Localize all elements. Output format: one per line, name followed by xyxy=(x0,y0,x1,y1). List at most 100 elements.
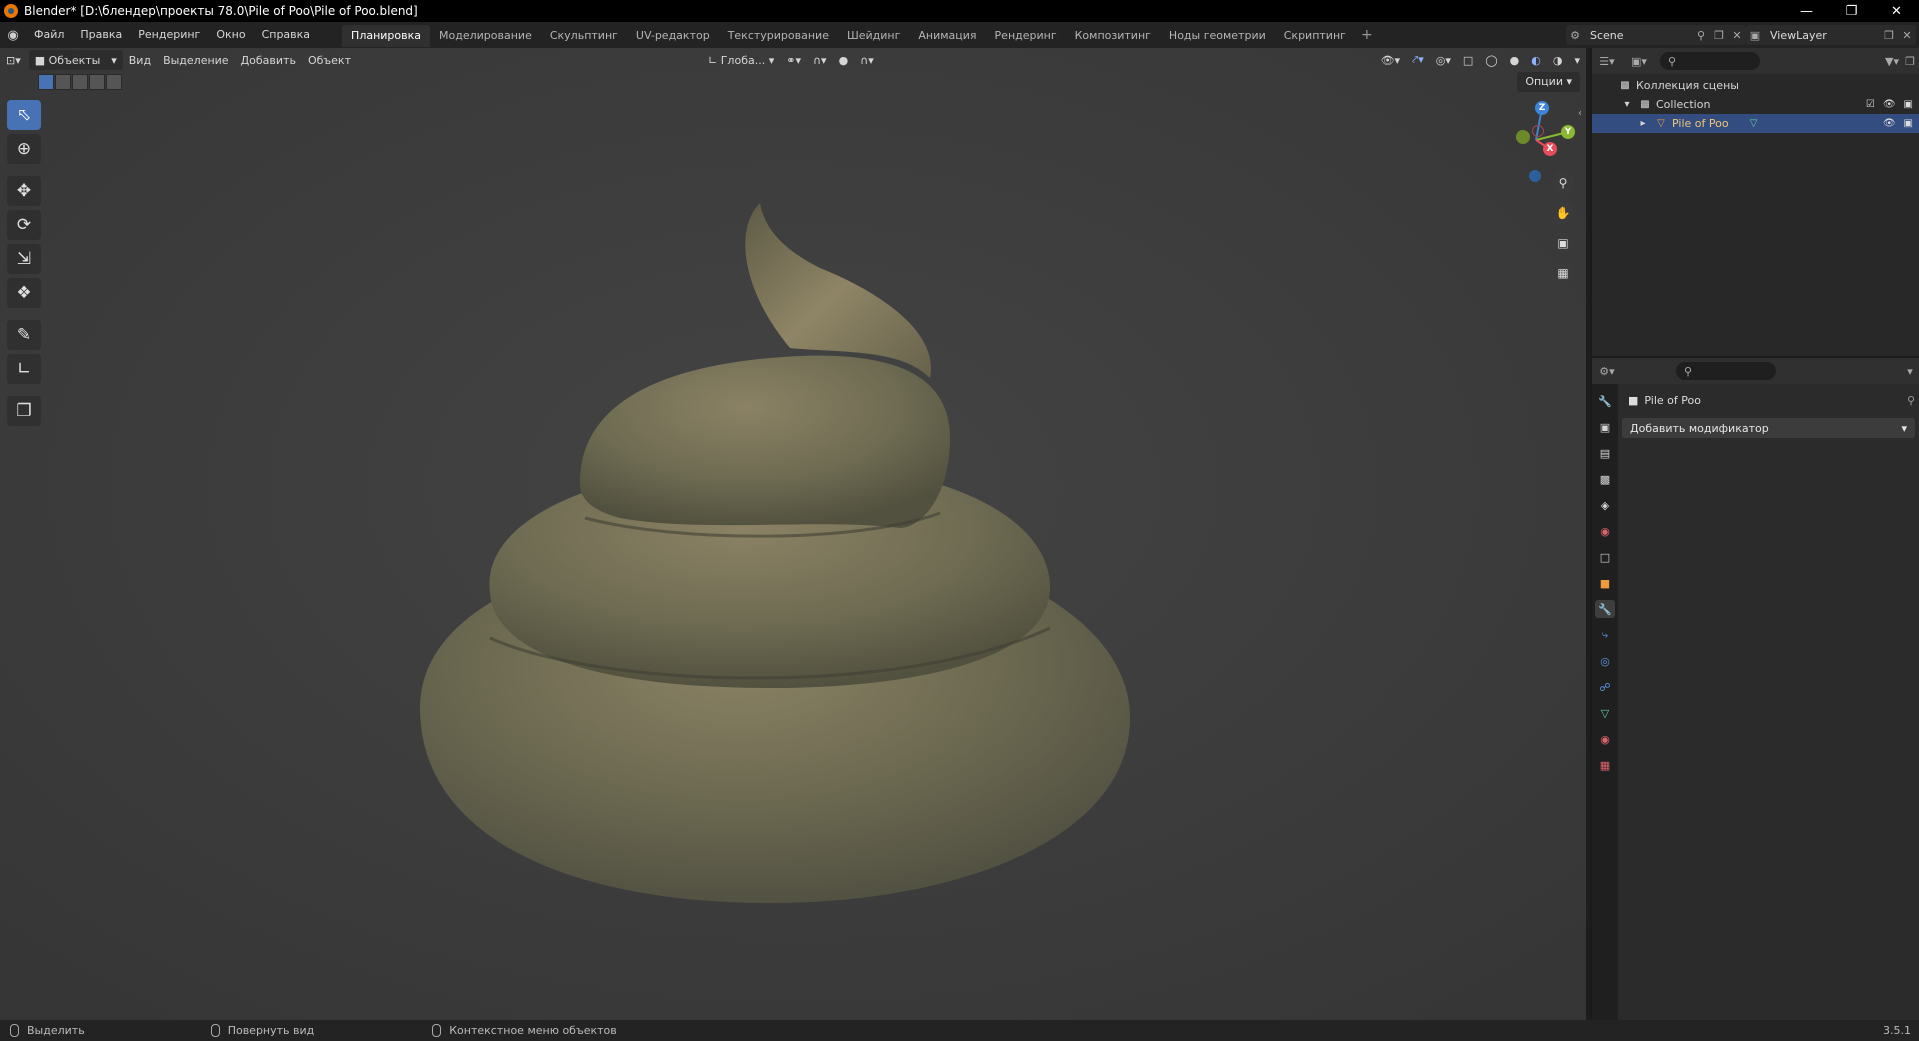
axis-neg-x-handle[interactable] xyxy=(1532,125,1544,137)
expand-collection-icon[interactable]: ▾ xyxy=(1620,98,1634,112)
physics-tab-icon[interactable]: ◎ xyxy=(1595,652,1615,670)
collection-checkbox[interactable]: ☑ xyxy=(1866,99,1875,110)
pan-hand-icon[interactable]: ✋ xyxy=(1552,202,1574,224)
display-mode-icon[interactable]: ▣▾ xyxy=(1630,52,1648,70)
scale-tool[interactable]: ⇲ xyxy=(7,244,41,274)
tab-uv-editing[interactable]: UV-редактор xyxy=(627,25,719,47)
zoom-icon[interactable]: ⚲ xyxy=(1552,172,1574,194)
tab-modeling[interactable]: Моделирование xyxy=(430,25,541,47)
restore-button[interactable]: ❐ xyxy=(1829,0,1874,22)
scene-name[interactable]: Scene xyxy=(1584,29,1630,42)
pin-icon[interactable]: ⚲ xyxy=(1692,26,1710,44)
shading-wireframe-button[interactable]: ◯ xyxy=(1479,50,1503,70)
collection-render-icon[interactable]: ▣ xyxy=(1904,99,1913,110)
collection-tab-icon[interactable]: □ xyxy=(1595,548,1615,566)
pin-icon[interactable]: ⚲ xyxy=(1907,394,1915,407)
tab-layout[interactable]: Планировка xyxy=(342,25,431,47)
perspective-grid-icon[interactable]: ▦ xyxy=(1552,262,1574,284)
transform-tool[interactable]: ❖ xyxy=(7,278,41,308)
mesh-data-icon[interactable]: ▽ xyxy=(1747,117,1761,131)
tool-tab-icon[interactable]: 🔧 xyxy=(1595,392,1615,410)
axis-neg-z-handle[interactable] xyxy=(1529,170,1541,182)
shading-solid-button[interactable]: ● xyxy=(1504,50,1526,70)
tab-animation[interactable]: Анимация xyxy=(909,25,985,47)
menu-render[interactable]: Рендеринг xyxy=(130,22,208,48)
add-workspace-button[interactable]: + xyxy=(1355,27,1379,43)
select-extend-button[interactable] xyxy=(55,74,71,90)
select-subtract-button[interactable] xyxy=(72,74,88,90)
viewport-canvas[interactable] xyxy=(0,48,1586,1020)
new-scene-icon[interactable]: ❐ xyxy=(1710,26,1728,44)
select-new-button[interactable] xyxy=(38,74,54,90)
measure-tool[interactable]: ∟ xyxy=(7,354,41,384)
options-dropdown[interactable]: Опции ▾ xyxy=(1517,72,1580,92)
axis-z-handle[interactable]: Z xyxy=(1535,101,1549,115)
select-box-tool[interactable]: ⬁ xyxy=(7,100,41,130)
tab-shading[interactable]: Шейдинг xyxy=(838,25,909,47)
properties-editor-type-icon[interactable]: ⚙▾ xyxy=(1598,362,1616,380)
world-tab-icon[interactable]: ◉ xyxy=(1595,522,1615,540)
shading-rendered-button[interactable]: ◑ xyxy=(1547,50,1569,70)
add-cube-tool[interactable]: ❐ xyxy=(7,396,41,426)
particles-tab-icon[interactable]: ⤷ xyxy=(1595,626,1615,644)
select-intersect-button[interactable] xyxy=(106,74,122,90)
outliner-row-collection[interactable]: ▾ ▩ Collection ☑ 👁 ▣ xyxy=(1592,95,1919,114)
data-tab-icon[interactable]: ▽ xyxy=(1595,704,1615,722)
delete-scene-icon[interactable]: ✕ xyxy=(1728,26,1746,44)
editor-type-button[interactable]: ⊡▾ xyxy=(0,50,27,70)
axis-x-handle[interactable]: X xyxy=(1543,142,1557,156)
filter-icon[interactable]: ▼▾ xyxy=(1883,52,1901,70)
mode-selector[interactable]: ■ Объекты ▾ xyxy=(28,50,123,70)
tab-scripting[interactable]: Скриптинг xyxy=(1275,25,1355,47)
add-modifier-dropdown[interactable]: Добавить модификатор ▾ xyxy=(1622,418,1915,438)
viewport-menu-select[interactable]: Выделение xyxy=(157,50,235,70)
proportional-edit-toggle[interactable]: ● xyxy=(833,50,855,70)
outliner-editor-type-icon[interactable]: ☰▾ xyxy=(1598,52,1616,70)
camera-icon[interactable]: ▣ xyxy=(1552,232,1574,254)
sidebar-collapse-icon[interactable]: ‹ xyxy=(1578,108,1582,119)
outliner-row-pile-of-poo[interactable]: ▸ ▽ Pile of Poo ▽ 👁 ▣ xyxy=(1592,114,1919,133)
expand-object-icon[interactable]: ▸ xyxy=(1636,117,1650,131)
outliner-row-scene-collection[interactable]: ▩ Коллекция сцены xyxy=(1592,76,1919,95)
viewport-menu-view[interactable]: Вид xyxy=(123,50,157,70)
properties-options-dropdown[interactable]: ▾ xyxy=(1901,362,1919,380)
object-render-icon[interactable]: ▣ xyxy=(1904,118,1913,129)
modifier-tab-icon[interactable]: 🔧 xyxy=(1595,600,1615,618)
menu-help[interactable]: Справка xyxy=(254,22,318,48)
scene-selector[interactable]: ⚙ Scene ⚲ ❐ ✕ xyxy=(1566,25,1746,45)
viewport-menu-object[interactable]: Объект xyxy=(302,50,357,70)
object-visibility-icon[interactable]: 👁 xyxy=(1883,118,1896,129)
texture-tab-icon[interactable]: ▦ xyxy=(1595,756,1615,774)
shading-material-button[interactable]: ◐ xyxy=(1525,50,1547,70)
viewport-menu-add[interactable]: Добавить xyxy=(235,50,302,70)
navigation-gizmo[interactable]: Z Y X xyxy=(1496,100,1576,182)
view-layer-name[interactable]: ViewLayer xyxy=(1764,29,1833,42)
move-tool[interactable]: ✥ xyxy=(7,176,41,206)
object-tab-icon[interactable]: ■ xyxy=(1595,574,1615,592)
menu-window[interactable]: Окно xyxy=(208,22,253,48)
axis-y-handle[interactable]: Y xyxy=(1561,125,1575,139)
tab-rendering[interactable]: Рендеринг xyxy=(986,25,1066,47)
tab-geometry-nodes[interactable]: Ноды геометрии xyxy=(1160,25,1275,47)
falloff-dropdown[interactable]: ∩▾ xyxy=(854,50,880,70)
tab-sculpting[interactable]: Скульптинг xyxy=(541,25,627,47)
overlays-toggle[interactable]: ◎▾ xyxy=(1430,50,1457,70)
blender-menu-icon[interactable]: ◉ xyxy=(0,22,26,48)
select-invert-button[interactable] xyxy=(89,74,105,90)
view-layer-tab-icon[interactable]: ▩ xyxy=(1595,470,1615,488)
menu-file[interactable]: Файл xyxy=(26,22,72,48)
pivot-point-dropdown[interactable]: ⚭▾ xyxy=(780,50,807,70)
constraints-tab-icon[interactable]: ☍ xyxy=(1595,678,1615,696)
shading-options-dropdown[interactable]: ▾ xyxy=(1568,50,1586,70)
annotate-tool[interactable]: ✎ xyxy=(7,320,41,350)
snap-toggle[interactable]: ∩▾ xyxy=(807,50,833,70)
close-button[interactable]: ✕ xyxy=(1874,0,1919,22)
tab-compositing[interactable]: Композитинг xyxy=(1066,25,1160,47)
visibility-dropdown[interactable]: 👁▾ xyxy=(1375,50,1407,70)
view-layer-selector[interactable]: ▣ ViewLayer ❐ ✕ xyxy=(1746,25,1916,45)
axis-neg-y-handle[interactable] xyxy=(1516,130,1530,144)
new-collection-icon[interactable]: ❐ xyxy=(1901,52,1919,70)
minimize-button[interactable]: — xyxy=(1784,0,1829,22)
scene-tab-icon[interactable]: ◈ xyxy=(1595,496,1615,514)
outliner-search-input[interactable]: ⚲ xyxy=(1660,52,1760,70)
